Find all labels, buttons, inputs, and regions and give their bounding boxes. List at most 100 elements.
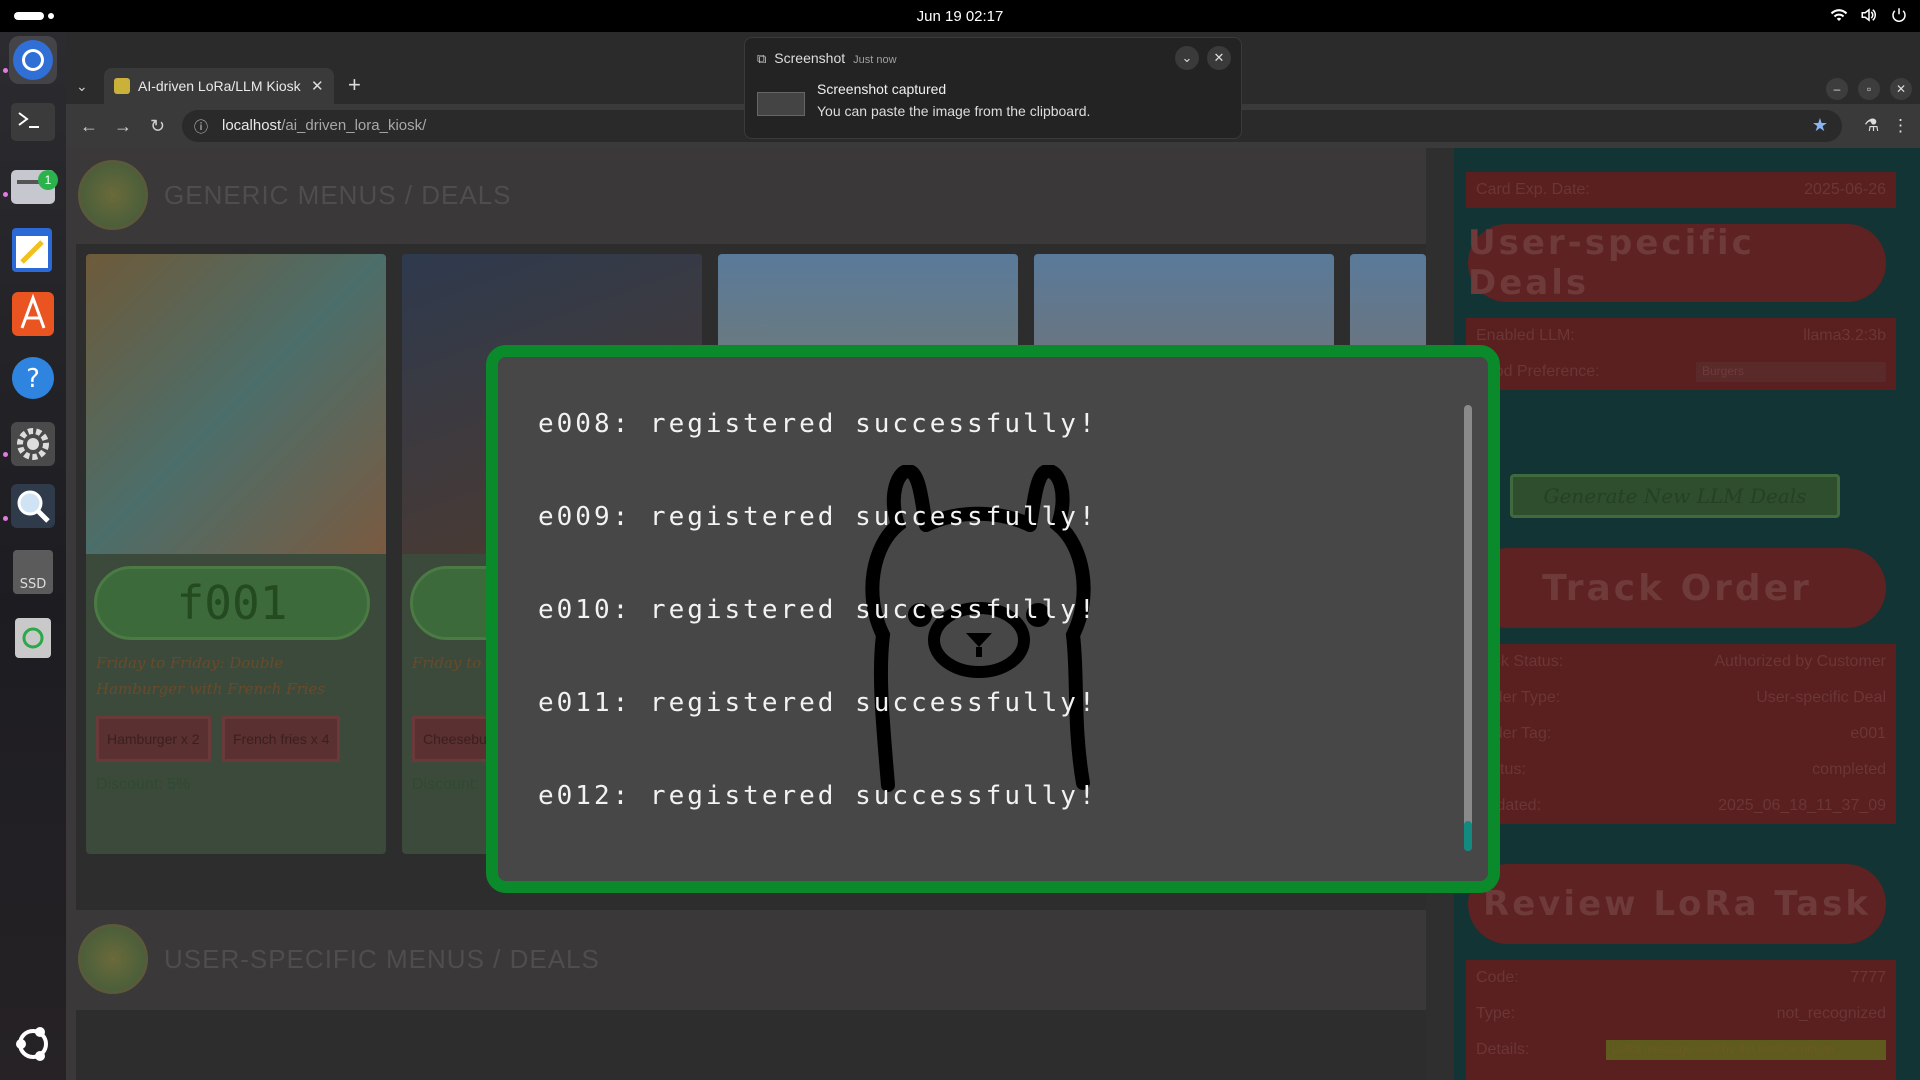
- deal-code: f001: [94, 566, 370, 640]
- kiosk-logo: [78, 160, 148, 230]
- close-tab-icon[interactable]: ✕: [311, 77, 324, 95]
- app-center-icon: [12, 292, 54, 336]
- close-window-button[interactable]: ✕: [1890, 78, 1912, 100]
- ubuntu-logo-icon: [16, 1027, 48, 1061]
- settings-launcher[interactable]: [9, 420, 57, 468]
- user-deals-strip[interactable]: [76, 1010, 1426, 1080]
- deal-discount: Discount:: [412, 776, 479, 793]
- workspace-indicator-active: [14, 12, 44, 20]
- log-line: e012: registered successfully!: [538, 781, 1098, 811]
- card-exp-label: Card Exp. Date:: [1476, 181, 1590, 198]
- user-section-title: USER-SPECIFIC MENUS / DEALS: [164, 943, 600, 974]
- minimize-button[interactable]: –: [1826, 78, 1848, 100]
- track-value: User-specific Deal: [1756, 689, 1886, 706]
- user-section-header: USER-SPECIFIC MENUS / DEALS: [78, 924, 600, 994]
- deal-item-chip: French fries x 4: [222, 716, 341, 762]
- volume-icon: [1861, 8, 1876, 22]
- deal-card[interactable]: f001 Friday to Friday: Double Hamburger …: [86, 254, 386, 854]
- running-indicator: [3, 68, 8, 73]
- screenshot-thumbnail: [757, 92, 805, 116]
- url-text: localhost/ai_driven_lora_kiosk/: [222, 117, 426, 134]
- kiosk-logo: [78, 924, 148, 994]
- log-line: e011: registered successfully!: [538, 688, 1098, 718]
- labs-flask-icon[interactable]: ⚗: [1864, 116, 1879, 136]
- log-line: e008: registered successfully!: [538, 409, 1098, 439]
- track-value: Authorized by Customer: [1714, 653, 1886, 670]
- help-icon: ?: [12, 357, 54, 399]
- workspace-indicator: [48, 13, 54, 19]
- registration-log-modal: e008: registered successfully! e009: reg…: [486, 345, 1500, 893]
- review-lora-task-button[interactable]: Review LoRa Task: [1468, 864, 1886, 944]
- drive-icon: SSD: [13, 550, 53, 594]
- notification-app-name: Screenshot: [774, 50, 846, 66]
- tab-kiosk[interactable]: AI-driven LoRa/LLM Kiosk ✕: [104, 68, 334, 104]
- track-row: Updated: 2025_06_18_11_37_09: [1466, 788, 1896, 824]
- search-launcher[interactable]: [9, 482, 57, 530]
- preference-select[interactable]: Burgers: [1696, 362, 1886, 382]
- llm-value: llama3.2:3b: [1803, 327, 1886, 344]
- reload-icon[interactable]: ↻: [150, 116, 165, 137]
- deal-discount: Discount: 5%: [96, 776, 191, 793]
- tab-title: AI-driven LoRa/LLM Kiosk: [138, 78, 301, 94]
- ssd-drive-launcher[interactable]: SSD: [9, 548, 57, 596]
- system-tray[interactable]: [1830, 6, 1908, 24]
- ssd-label: SSD: [20, 577, 47, 592]
- preference-row: Food Preference: Burgers: [1466, 354, 1896, 390]
- card-exp-row: Card Exp. Date: 2025-06-26: [1466, 172, 1896, 208]
- maximize-button[interactable]: ▫: [1858, 78, 1880, 100]
- generate-llm-deals-button[interactable]: Generate New LLM Deals: [1510, 474, 1840, 518]
- notification-header: ⧉ Screenshot Just now: [757, 50, 897, 67]
- track-order-button[interactable]: Track Order: [1468, 548, 1886, 628]
- app-center-launcher[interactable]: [9, 290, 57, 338]
- chrome-launcher[interactable]: [9, 36, 57, 84]
- back-arrow-icon[interactable]: ←: [80, 116, 98, 137]
- chrome-icon: [13, 40, 53, 80]
- deal-description: Friday to Friday: Double Hamburger with …: [96, 654, 326, 698]
- kebab-menu-icon[interactable]: ⋮: [1892, 116, 1909, 136]
- deal-image: [86, 254, 386, 554]
- llm-settings-panel: Enabled LLM: llama3.2:3b Food Preference…: [1466, 318, 1896, 390]
- expand-chevron-icon[interactable]: ⌄: [1175, 46, 1199, 70]
- url-path: /ai_driven_lora_kiosk/: [281, 117, 427, 134]
- log-line: e009: registered successfully!: [538, 502, 1098, 532]
- track-order-panel: Task Status: Authorized by Customer Order…: [1466, 644, 1896, 824]
- forward-arrow-icon[interactable]: →: [114, 116, 132, 137]
- text-editor-launcher[interactable]: [9, 226, 57, 274]
- review-value: not_recognized: [1776, 1005, 1886, 1022]
- review-value: 7777: [1850, 969, 1886, 986]
- screenshot-notification[interactable]: ⧉ Screenshot Just now Screenshot capture…: [744, 37, 1242, 139]
- review-row: Type: not_recognized: [1466, 996, 1896, 1032]
- log-scrollbar-track[interactable]: [1464, 405, 1472, 851]
- generic-section-header: GENERIC MENUS / DEALS: [78, 160, 512, 230]
- registration-log: e008: registered successfully! e009: reg…: [538, 409, 1098, 874]
- svg-text:?: ?: [26, 364, 40, 394]
- llm-label: Enabled LLM:: [1476, 327, 1575, 344]
- chevron-down-icon[interactable]: ⌄: [76, 78, 88, 95]
- clock[interactable]: Jun 19 02:17: [917, 8, 1004, 25]
- review-details-input[interactable]: LoRa message sent by the kiosk is not on: [1606, 1040, 1886, 1060]
- show-apps-button[interactable]: [9, 1020, 57, 1068]
- card-info-panel: Card Exp. Date: 2025-06-26: [1466, 172, 1896, 208]
- review-label: Details:: [1476, 1041, 1530, 1058]
- help-launcher[interactable]: ?: [9, 354, 57, 402]
- trash-launcher[interactable]: [9, 612, 57, 660]
- running-indicator: [3, 452, 8, 457]
- terminal-launcher[interactable]: [9, 98, 57, 146]
- new-tab-button[interactable]: +: [348, 72, 361, 98]
- wifi-icon: [1830, 9, 1848, 21]
- review-row: Details: LoRa message sent by the kiosk i…: [1466, 1032, 1896, 1068]
- user-panel-column: Card Exp. Date: 2025-06-26 User-specific…: [1454, 148, 1920, 1080]
- running-indicator: [3, 192, 8, 197]
- notification-title: Screenshot captured: [817, 81, 947, 97]
- notification-time: Just now: [853, 54, 897, 66]
- site-info-icon[interactable]: ⓘ: [194, 117, 208, 137]
- review-label: Code:: [1476, 969, 1519, 986]
- track-value: e001: [1850, 725, 1886, 742]
- screenshot-app-icon: ⧉: [757, 51, 767, 66]
- terminal-icon: [11, 103, 55, 141]
- bookmark-star-icon[interactable]: ★: [1812, 115, 1828, 136]
- user-deals-button[interactable]: User-specific Deals: [1468, 223, 1886, 303]
- close-notification-icon[interactable]: ✕: [1207, 46, 1231, 70]
- activities-button[interactable]: [14, 12, 54, 20]
- log-scrollbar-thumb[interactable]: [1464, 821, 1472, 851]
